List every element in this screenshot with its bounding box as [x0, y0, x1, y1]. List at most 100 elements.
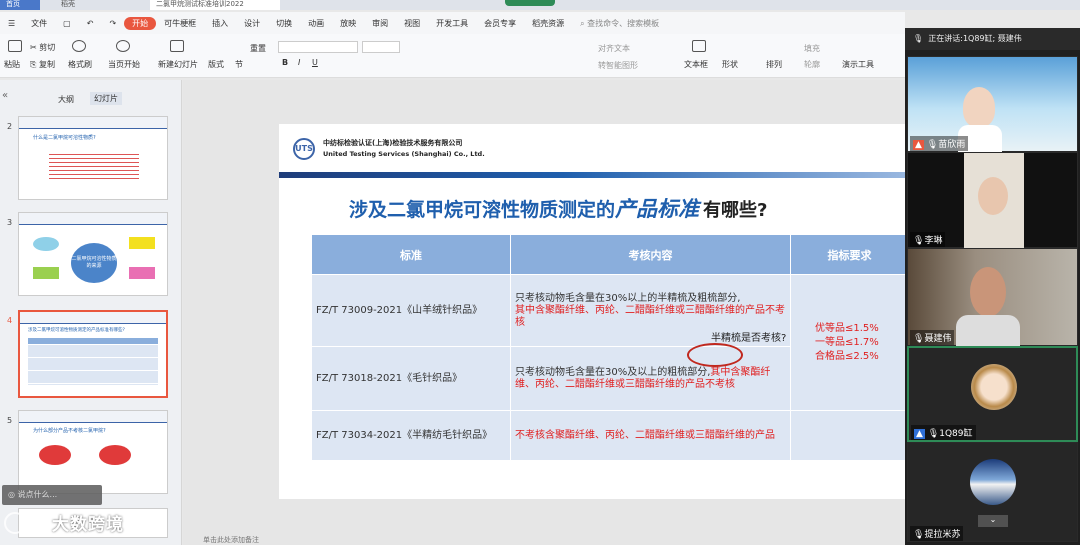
menu-design[interactable]: 设计: [236, 18, 268, 29]
shape-button[interactable]: 形状: [722, 59, 738, 70]
paste-label: 粘贴: [4, 60, 20, 69]
font-size-select[interactable]: [362, 41, 400, 53]
format-painter-button[interactable]: 格式刷: [68, 59, 92, 70]
cell-content: 只考核动物毛含量在30%及以上的粗梳部分,其中含聚酯纤维、丙纶、二醋酯纤维或三醋…: [510, 346, 791, 411]
menu-start[interactable]: 开始: [124, 16, 157, 30]
textbox-icon[interactable]: [692, 40, 706, 52]
standards-table: 标准 考核内容 指标要求 FZ/T 73009-2021《山羊绒针织品》 只考核…: [311, 234, 909, 461]
undo-icon[interactable]: ↶: [79, 19, 102, 28]
hamburger-icon[interactable]: ☰: [0, 19, 23, 28]
company-logo: UTS: [293, 138, 315, 160]
user-icon: ▲: [914, 429, 925, 439]
play-icon[interactable]: [116, 40, 130, 52]
thumb-center-bubble: 二氯甲烷可溶性物质的来源: [71, 243, 117, 283]
chat-icon: ◎: [8, 490, 15, 499]
slide-thumbnail-3[interactable]: 二氯甲烷可溶性物质的来源: [18, 212, 168, 296]
copy-button[interactable]: ⎘ 复制: [30, 59, 55, 70]
menu-insert[interactable]: 插入: [204, 18, 236, 29]
tab-docer[interactable]: 稻壳: [55, 0, 81, 10]
video-tile-active[interactable]: ▲ 🎙1Q89缸: [907, 346, 1078, 442]
menu-file[interactable]: 文件: [23, 18, 55, 29]
video-conference-panel: 🎙 正在讲话:1Q89缸; 聂建伟 ⌃ ▲ 🎙苗欣雨 🎙李琳 🎙聂建伟 ▲ 🎙1…: [905, 28, 1080, 545]
tab-slides[interactable]: 幻灯片: [90, 92, 122, 105]
thumb-number: 3: [7, 218, 13, 227]
menu-view[interactable]: 视图: [396, 18, 428, 29]
scroll-down-button[interactable]: ⌄: [978, 515, 1008, 527]
bold-button[interactable]: B: [282, 58, 288, 67]
slide-editor: UTS 中纺标检验认证(上海)检验技术服务有限公司 United Testing…: [183, 80, 909, 545]
menu-mute-btn[interactable]: 可牛梗框: [156, 18, 204, 29]
req-qualified: 合格品≤2.5%: [815, 350, 879, 362]
cell-content: 不考核含聚酯纤维、丙纶、二醋酯纤维或三醋酯纤维的产品: [510, 410, 791, 461]
search-command[interactable]: ⌕ 查找命令、搜索模板: [572, 18, 667, 29]
tab-document[interactable]: 二氯甲烷测试标准培训2022: [150, 0, 280, 10]
table-row: FZ/T 73034-2021《半精纺毛针织品》 不考核含聚酯纤维、丙纶、二醋酯…: [311, 410, 909, 461]
video-tile[interactable]: ▲ 🎙苗欣雨: [907, 56, 1078, 153]
video-tile[interactable]: 🎙李琳: [907, 152, 1078, 249]
section-button[interactable]: 节: [235, 59, 243, 70]
redo-icon[interactable]: ↷: [101, 19, 124, 28]
paste-icon[interactable]: [8, 40, 22, 52]
reset-button[interactable]: 重置: [250, 43, 266, 54]
align-text-button[interactable]: 对齐文本: [598, 43, 630, 54]
participant-avatar: [971, 364, 1017, 410]
video-tile[interactable]: ⌄ 🎙提拉米苏: [907, 442, 1078, 542]
menu-animation[interactable]: 动画: [300, 18, 332, 29]
save-icon[interactable]: ▢: [55, 19, 79, 28]
slide-thumbnail-2[interactable]: 什么是二氯甲烷可溶性物质?: [18, 116, 168, 200]
slide-thumbnail-5[interactable]: 为什么部分产品不考核二氯甲烷?: [18, 410, 168, 494]
req-first-grade: 一等品≤1.7%: [815, 336, 879, 348]
menu-review[interactable]: 审阅: [364, 18, 396, 29]
watermark: 大数跨境: [52, 515, 124, 535]
presentation-tools-button[interactable]: 演示工具: [842, 59, 874, 70]
participant-name: 🎙聂建伟: [910, 330, 955, 345]
menu-transition[interactable]: 切换: [268, 18, 300, 29]
notes-placeholder[interactable]: 单击此处添加备注: [183, 535, 905, 545]
user-icon: ▲: [913, 140, 924, 150]
header-divider: [279, 172, 909, 178]
collapse-pane-icon[interactable]: «: [2, 90, 8, 101]
annotation-text: 半精梳是否考核?: [711, 333, 787, 344]
arrange-button[interactable]: 排列: [766, 59, 782, 70]
from-current-button[interactable]: 当页开始: [108, 59, 140, 70]
microphone-icon: 🎙: [913, 34, 924, 43]
cell-requirements: 优等品≤1.5% 一等品≤1.7% 合格品≤2.5%: [790, 274, 909, 411]
convert-smartart-button[interactable]: 转智能图形: [598, 60, 638, 71]
outline-button[interactable]: 轮廓: [804, 59, 820, 70]
microphone-icon: 🎙: [913, 530, 925, 540]
menu-developer[interactable]: 开发工具: [428, 18, 476, 29]
tab-outline[interactable]: 大纲: [58, 94, 74, 105]
table-row: FZ/T 73009-2021《山羊绒针织品》 只考核动物毛含量在30%以上的半…: [311, 274, 909, 411]
underline-button[interactable]: U: [312, 58, 318, 67]
new-slide-icon[interactable]: [170, 40, 184, 52]
slide-canvas[interactable]: UTS 中纺标检验认证(上海)检验技术服务有限公司 United Testing…: [279, 124, 909, 499]
chat-input-chip[interactable]: ◎ 说点什么...: [2, 485, 102, 505]
thumb-number: 2: [7, 122, 13, 131]
ribbon-toolbar: 粘贴 ✂ 剪切 ⎘ 复制 格式刷 当页开始 新建幻灯片 版式 节 重置 B I …: [0, 34, 905, 78]
layout-button[interactable]: 版式: [208, 59, 224, 70]
textbox-button[interactable]: 文本框: [684, 59, 708, 70]
new-slide-button[interactable]: 新建幻灯片: [158, 59, 198, 70]
menu-member[interactable]: 会员专享: [476, 18, 524, 29]
thumb-title: 什么是二氯甲烷可溶性物质?: [33, 135, 96, 141]
thumb-number: 4: [7, 316, 13, 325]
microphone-icon: 🎙: [926, 140, 939, 150]
req-top-grade: 优等品≤1.5%: [815, 322, 879, 334]
slide-thumbnail-pane: « 大纲 幻灯片 2 什么是二氯甲烷可溶性物质? 3 二氯甲烷可溶性物质的来源 …: [0, 80, 182, 545]
participant-face: [978, 177, 1008, 215]
fill-button[interactable]: 填充: [804, 43, 820, 54]
italic-button[interactable]: I: [298, 58, 300, 67]
tab-home[interactable]: 首页: [0, 0, 40, 10]
col-header-content: 考核内容: [510, 234, 791, 275]
participant-name: 🎙李琳: [910, 232, 946, 247]
menu-docer[interactable]: 稻壳资源: [524, 18, 572, 29]
font-family-select[interactable]: [278, 41, 358, 53]
cut-button[interactable]: ✂ 剪切: [30, 42, 55, 53]
watermark-logo: [4, 512, 26, 534]
menu-slideshow[interactable]: 放映: [332, 18, 364, 29]
video-tile[interactable]: 🎙聂建伟: [907, 248, 1078, 347]
slide-thumbnail-4[interactable]: 涉及二氯甲烷可溶性物质测定的产品标准有哪些?: [18, 310, 168, 398]
participant-name: ▲ 🎙1Q89缸: [911, 425, 976, 440]
company-name-en: United Testing Services (Shanghai) Co., …: [323, 150, 485, 158]
meeting-indicator[interactable]: [505, 0, 555, 6]
